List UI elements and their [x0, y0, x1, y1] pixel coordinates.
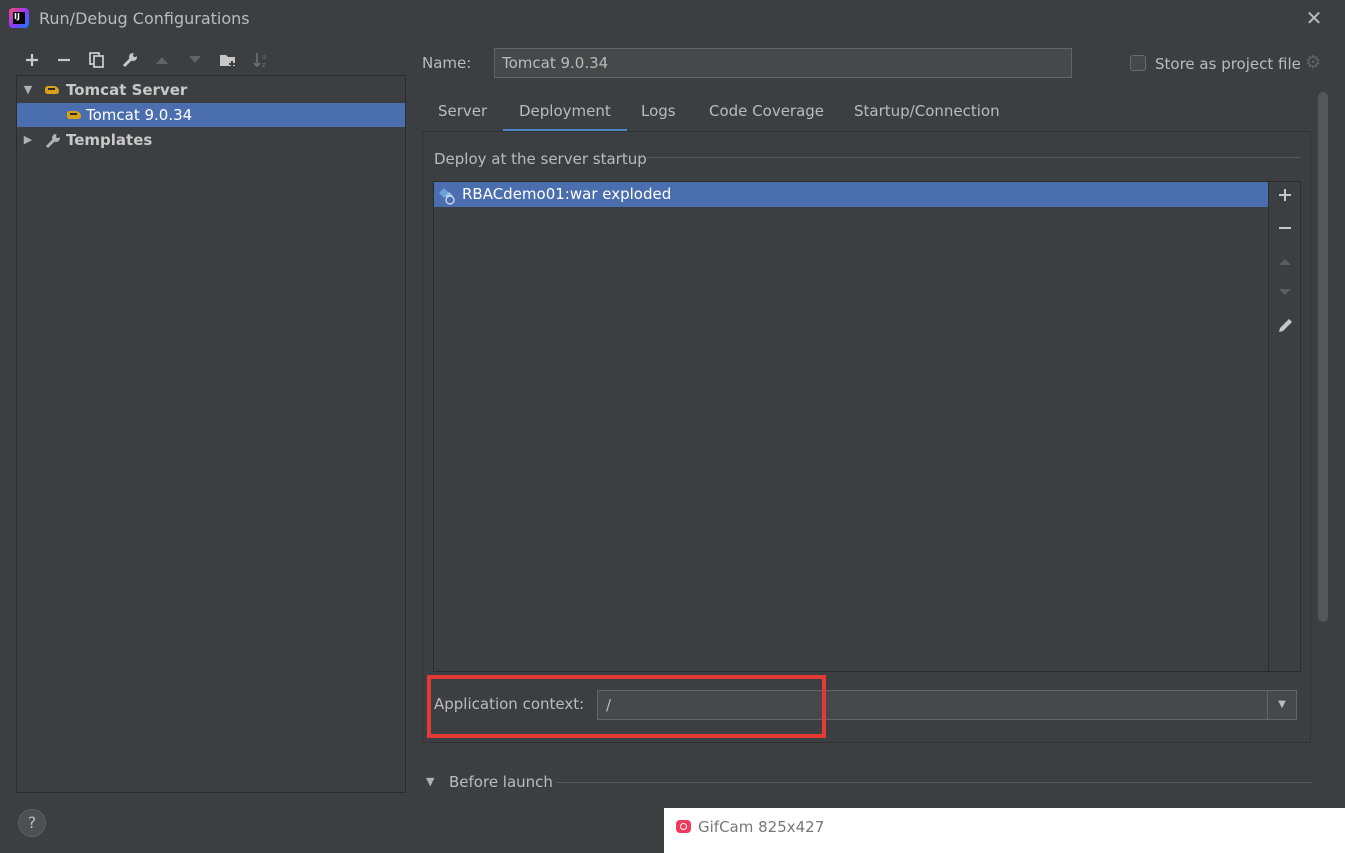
sort-button[interactable]: az	[249, 48, 273, 72]
edit-artifact-button[interactable]	[1268, 317, 1301, 340]
edit-templates-button[interactable]	[118, 48, 142, 72]
close-button[interactable]: ✕	[1302, 6, 1326, 30]
divider	[556, 782, 1312, 783]
name-label: Name:	[422, 54, 472, 72]
sort-alpha-icon: az	[253, 53, 266, 69]
expanded-arrow-icon[interactable]: ▼	[22, 78, 34, 102]
section-title: Deploy at the server startup	[434, 150, 647, 168]
remove-configuration-button[interactable]	[52, 48, 76, 72]
intellij-idea-icon: IJ	[9, 8, 29, 28]
add-artifact-button[interactable]	[1268, 186, 1301, 207]
deployment-toolbar	[1268, 181, 1301, 672]
svg-text:a: a	[262, 53, 266, 61]
camera-icon	[676, 820, 691, 833]
tab-startup-connection[interactable]: Startup/Connection	[854, 100, 1000, 132]
arrow-down-icon	[189, 56, 201, 63]
tab-logs[interactable]: Logs	[641, 100, 676, 132]
gifcam-label: GifCam 825x427	[698, 818, 825, 836]
divider	[645, 157, 1301, 158]
tab-code-coverage[interactable]: Code Coverage	[709, 100, 824, 132]
folder-add-icon	[220, 55, 235, 67]
list-item[interactable]: RBACdemo01:war exploded	[434, 182, 1268, 207]
tree-item-label: Tomcat 9.0.34	[86, 106, 193, 124]
remove-artifact-button[interactable]	[1268, 219, 1301, 240]
deployment-list[interactable]: RBACdemo01:war exploded	[433, 181, 1269, 672]
move-up-artifact-button[interactable]	[1268, 255, 1301, 269]
tomcat-icon	[45, 84, 61, 96]
tomcat-icon	[67, 109, 83, 121]
artifact-label: RBACdemo01:war exploded	[462, 185, 672, 203]
arrow-down-icon	[1278, 289, 1291, 295]
move-up-button[interactable]	[150, 48, 174, 72]
help-button[interactable]: ?	[18, 809, 46, 837]
add-configuration-button[interactable]	[20, 48, 44, 72]
tree-group-tomcat-server[interactable]: ▼ Tomcat Server	[17, 78, 405, 102]
arrow-up-icon	[1278, 259, 1291, 265]
scrollbar[interactable]	[1318, 92, 1328, 622]
tab-deployment[interactable]: Deployment	[503, 100, 627, 132]
store-as-project-file-label[interactable]: Store as project file	[1155, 55, 1301, 73]
gear-icon[interactable]: ⚙	[1305, 52, 1321, 73]
wrench-icon	[122, 53, 137, 68]
minus-icon	[58, 58, 70, 62]
chevron-down-icon[interactable]: ▼	[1267, 691, 1296, 719]
pencil-icon	[1278, 319, 1292, 332]
configuration-tree[interactable]: ▼ Tomcat Server Tomcat 9.0.34 ▶ Template…	[16, 75, 406, 793]
arrow-up-icon	[156, 57, 168, 64]
expand-arrow-icon[interactable]: ▼	[426, 775, 434, 788]
move-down-artifact-button[interactable]	[1268, 287, 1301, 301]
tree-item-tomcat-9-0-34[interactable]: Tomcat 9.0.34	[17, 103, 405, 127]
copy-configuration-button[interactable]	[85, 48, 109, 72]
copy-icon	[89, 52, 104, 68]
plus-icon	[1278, 189, 1291, 201]
before-launch-label[interactable]: Before launch	[449, 773, 553, 791]
tree-group-label: Templates	[66, 131, 153, 149]
collapsed-arrow-icon[interactable]: ▶	[22, 128, 34, 152]
tree-group-label: Tomcat Server	[66, 81, 188, 99]
title-bar: IJ Run/Debug Configurations ✕	[0, 0, 1345, 38]
gifcam-overlay: GifCam 825x427	[664, 808, 1345, 853]
new-folder-button[interactable]	[216, 48, 240, 72]
highlight-annotation	[427, 675, 826, 738]
name-input[interactable]	[494, 48, 1072, 78]
artifact-icon	[438, 187, 455, 205]
tree-group-templates[interactable]: ▶ Templates	[17, 128, 405, 152]
wrench-icon	[44, 132, 62, 157]
svg-text:z: z	[262, 61, 266, 69]
minus-icon	[1278, 227, 1291, 229]
move-down-button[interactable]	[183, 48, 207, 72]
plus-icon	[26, 54, 38, 66]
window-title: Run/Debug Configurations	[39, 9, 250, 28]
tab-server[interactable]: Server	[438, 100, 487, 132]
store-as-project-file-checkbox[interactable]	[1130, 55, 1146, 71]
